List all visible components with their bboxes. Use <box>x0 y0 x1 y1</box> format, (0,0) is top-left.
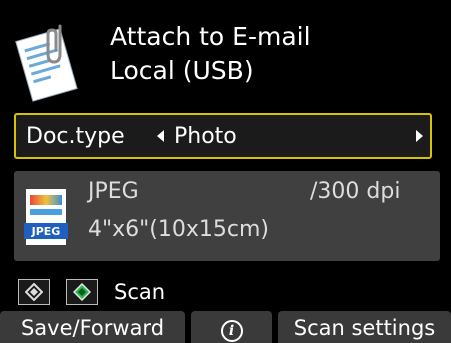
doc-type-label: Doc.type <box>26 124 125 149</box>
resolution: /300 dpi <box>310 179 401 204</box>
doc-type-selector[interactable]: Doc.type Photo <box>14 113 432 159</box>
jpeg-file-icon: JPEG <box>24 189 68 245</box>
header: Attach to E-mail Local (USB) <box>0 0 451 106</box>
arrow-left-icon[interactable] <box>157 130 164 142</box>
scan-hint: Scan <box>0 277 451 309</box>
screen-title: Attach to E-mail <box>110 22 311 51</box>
info-icon: i <box>220 320 243 342</box>
function-bar: Save/Forward i Scan settings <box>0 311 451 343</box>
file-format: JPEG <box>88 179 139 204</box>
color-start-key-icon <box>66 279 98 305</box>
scan-label: Scan <box>114 280 166 304</box>
info-button[interactable]: i <box>191 311 272 343</box>
document-with-paperclip-icon <box>15 24 78 102</box>
save-forward-button[interactable]: Save/Forward <box>0 311 185 343</box>
paper-size: 4"x6"(10x15cm) <box>88 217 269 242</box>
doc-type-value: Photo <box>174 124 237 149</box>
arrow-right-icon[interactable] <box>416 130 423 142</box>
scan-settings-summary: JPEG JPEG /300 dpi 4"x6"(10x15cm) <box>14 171 440 261</box>
scan-settings-button[interactable]: Scan settings <box>278 311 451 343</box>
screen-subtitle: Local (USB) <box>110 56 254 85</box>
jpeg-icon-label: JPEG <box>31 225 61 238</box>
black-start-key-icon <box>18 279 50 305</box>
